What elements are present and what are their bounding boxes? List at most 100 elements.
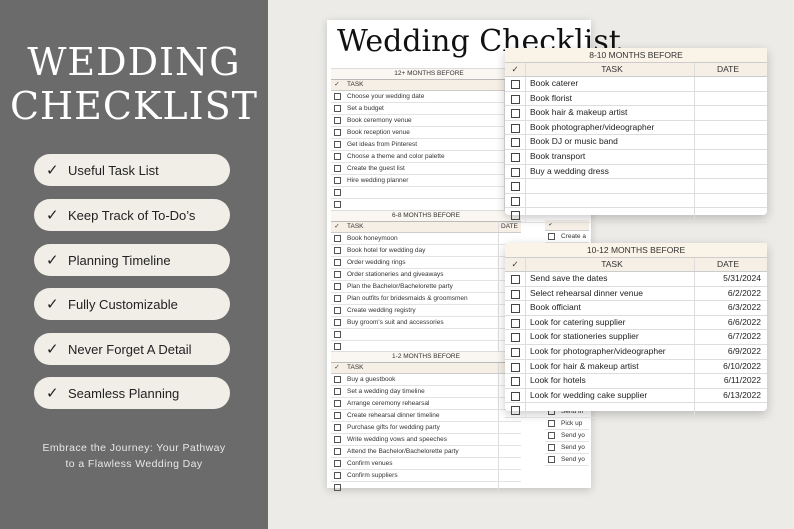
checkbox[interactable] [510,304,520,314]
table-row: Arrange ceremony rehearsal [331,398,521,410]
checkbox-cell [331,434,343,445]
task-cell: Order stationeries and giveaways [347,271,444,278]
checkbox[interactable] [334,153,341,160]
date-cell [498,434,521,445]
date-cell [694,164,767,179]
checkbox[interactable] [548,432,555,439]
date-cell [498,470,521,481]
checkbox-cell [331,163,343,174]
checkbox[interactable] [510,362,520,372]
checkbox[interactable] [510,275,520,284]
checkbox[interactable] [510,80,520,89]
checkbox[interactable] [510,196,520,206]
table-row: Book hair & makeup artist [505,106,767,121]
checkbox[interactable] [334,283,341,290]
checkbox[interactable] [548,456,555,463]
task-cell: Arrange ceremony rehearsal [347,400,430,407]
table-row: Look for photographer/videographer 6/9/20… [505,344,767,360]
checkbox[interactable] [334,412,341,419]
checkbox[interactable] [510,138,520,148]
checkbox-cell [505,345,525,359]
checkbox-cell [505,287,525,301]
checkbox[interactable] [510,377,520,387]
task-cell: Hire wedding planner [347,177,409,184]
checkbox[interactable] [334,460,341,467]
col-check-header: ✓ [511,64,519,74]
checkbox[interactable] [334,376,341,383]
checkbox[interactable] [334,331,341,338]
section-header: 6-8 MONTHS BEFORE [331,210,521,222]
checkbox[interactable] [334,343,341,350]
task-cell: Buy groom's suit and accessories [347,319,444,326]
col-date-header: DATE [694,63,767,76]
task-cell: Look for photographer/videographer [525,344,694,359]
date-cell: 6/3/2022 [694,301,767,315]
checkbox[interactable] [334,129,341,136]
checkbox[interactable] [510,289,520,299]
checkbox[interactable] [510,182,520,192]
checkbox[interactable] [510,406,520,416]
checkbox[interactable] [334,295,341,302]
checkbox[interactable] [548,233,555,240]
checkbox[interactable] [510,123,520,133]
checkbox[interactable] [510,318,520,328]
checkbox[interactable] [334,319,341,326]
checkbox[interactable] [334,436,341,443]
checkbox[interactable] [510,94,520,104]
checkbox-cell [331,199,343,210]
column-header-row: ✓ TASK DATE [331,222,521,233]
table-row: Book reception venue5/ [331,127,527,139]
checkbox[interactable] [548,444,555,451]
checkbox[interactable] [334,424,341,431]
table-row: Choose your wedding date5/ [331,91,527,103]
section-6-8-months: 6-8 MONTHS BEFORE ✓ TASK DATE Book honeymoon… [331,210,521,353]
checkbox[interactable] [334,165,341,172]
checkbox[interactable] [334,105,341,112]
checkbox[interactable] [334,93,341,100]
checkbox[interactable] [334,259,341,266]
task-cell: Book ceremony venue [347,117,412,124]
checkbox[interactable] [334,388,341,395]
checkbox-cell [331,103,343,114]
checkbox-cell [331,115,343,126]
checkbox-cell [545,442,557,453]
checkbox[interactable] [334,484,341,491]
col-task-header: TASK [347,364,364,371]
checkbox[interactable] [334,472,341,479]
check-icon: ✓ [46,384,59,402]
checkbox[interactable] [510,347,520,357]
checkbox[interactable] [510,152,520,162]
table-row [505,179,767,194]
table-row [331,482,521,494]
checkbox[interactable] [510,211,520,221]
checkbox[interactable] [334,400,341,407]
table-row: Create wedding registry [331,305,521,317]
table-row: Book DJ or music band [505,135,767,150]
checkbox[interactable] [334,189,341,196]
date-cell: 6/7/2022 [694,330,767,344]
col-check-header: ✓ [334,364,340,371]
checkbox[interactable] [334,117,341,124]
checkbox[interactable] [334,247,341,254]
checkbox[interactable] [334,448,341,455]
checkbox-cell [331,470,343,481]
task-cell: Send yo [561,456,585,463]
checkbox[interactable] [510,391,520,401]
checkbox[interactable] [334,235,341,242]
checkbox[interactable] [334,141,341,148]
col-date-header: DATE [694,258,767,271]
checkbox[interactable] [510,109,520,119]
checkbox[interactable] [334,201,341,208]
checkbox[interactable] [334,177,341,184]
checkbox-cell [331,269,343,280]
table-row: Book officiant 6/3/2022 [505,301,767,316]
checkbox[interactable] [334,271,341,278]
checkbox[interactable] [548,420,555,427]
checkbox[interactable] [334,307,341,314]
table-row: Book florist [505,91,767,107]
checkbox[interactable] [510,333,520,343]
checkbox[interactable] [510,167,520,177]
date-cell [694,403,767,417]
task-cell: Book DJ or music band [525,135,694,149]
table-row [505,403,767,418]
